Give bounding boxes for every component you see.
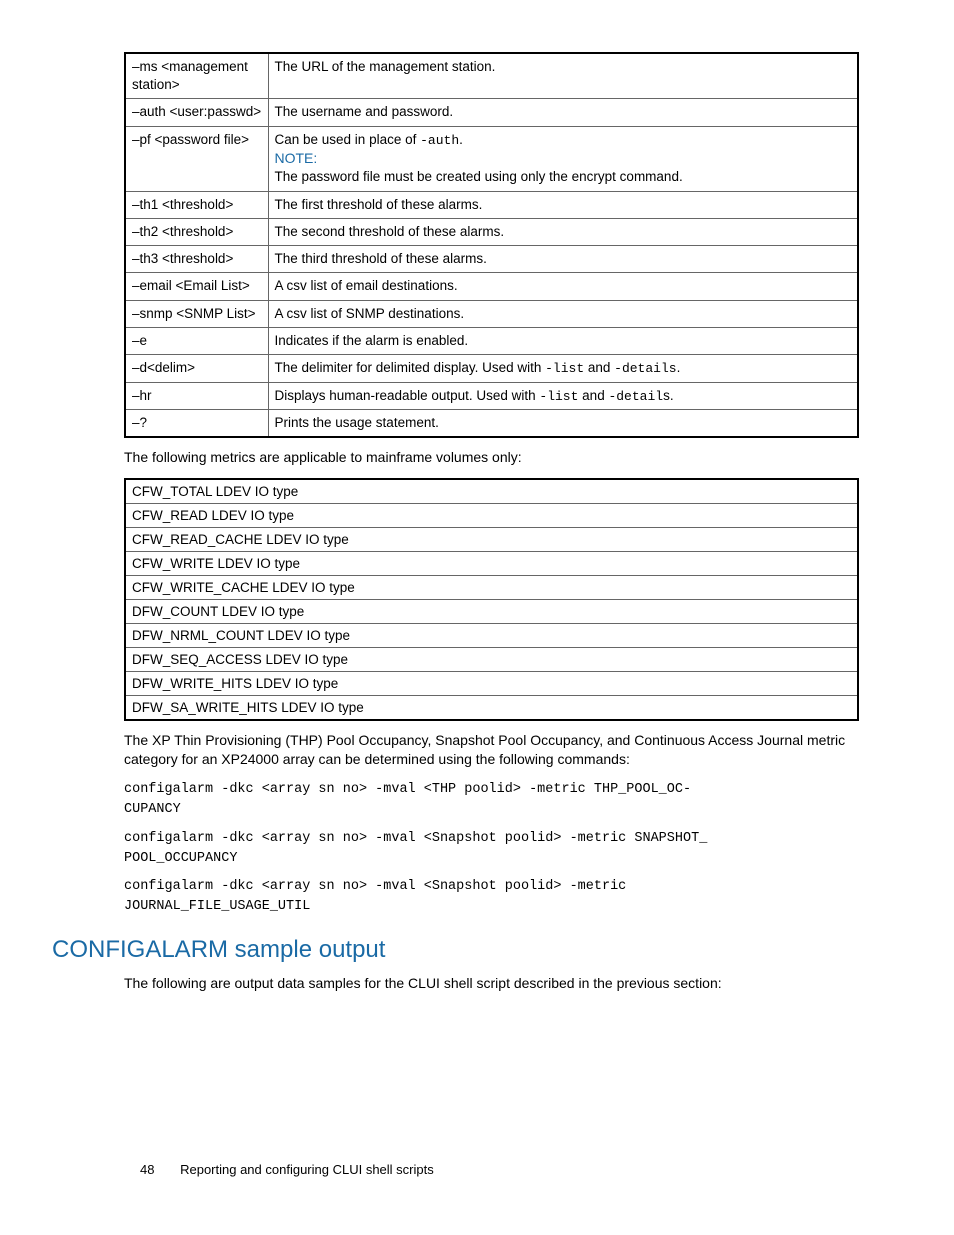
options-table: –ms <management station>The URL of the m… [124, 52, 859, 438]
table-row: –pf <password file>Can be used in place … [125, 126, 858, 191]
mono-text: -list [545, 361, 584, 376]
table-row: CFW_READ_CACHE LDEV IO type [125, 527, 858, 551]
option-cell: –hr [125, 382, 268, 410]
option-cell: –e [125, 327, 268, 354]
option-cell: –? [125, 410, 268, 438]
description-cell: Can be used in place of -auth.NOTE:The p… [268, 126, 858, 191]
description-cell: The first threshold of these alarms. [268, 191, 858, 218]
table-row: –ms <management station>The URL of the m… [125, 53, 858, 99]
table-row: DFW_SEQ_ACCESS LDEV IO type [125, 647, 858, 671]
metrics-intro-paragraph: The following metrics are applicable to … [124, 448, 859, 468]
table-row: DFW_WRITE_HITS LDEV IO type [125, 671, 858, 695]
option-cell: –th2 <threshold> [125, 218, 268, 245]
table-row: –hrDisplays human-readable output. Used … [125, 382, 858, 410]
description-cell: Indicates if the alarm is enabled. [268, 327, 858, 354]
metric-cell: CFW_READ_CACHE LDEV IO type [125, 527, 858, 551]
code-example-1: configalarm -dkc <array sn no> -mval <TH… [124, 780, 859, 821]
description-cell: A csv list of email destinations. [268, 273, 858, 300]
table-row: –th3 <threshold>The third threshold of t… [125, 246, 858, 273]
page-number: 48 [140, 1162, 154, 1177]
table-row: –auth <user:passwd>The username and pass… [125, 99, 858, 126]
description-cell: A csv list of SNMP destinations. [268, 300, 858, 327]
table-row: –eIndicates if the alarm is enabled. [125, 327, 858, 354]
metric-cell: DFW_COUNT LDEV IO type [125, 599, 858, 623]
table-row: –th1 <threshold>The first threshold of t… [125, 191, 858, 218]
note-label: NOTE: [275, 150, 318, 166]
metric-cell: CFW_TOTAL LDEV IO type [125, 479, 858, 504]
code-example-3: configalarm -dkc <array sn no> -mval <Sn… [124, 877, 859, 918]
table-row: CFW_WRITE LDEV IO type [125, 551, 858, 575]
sample-output-paragraph: The following are output data samples fo… [124, 974, 859, 994]
metric-cell: DFW_WRITE_HITS LDEV IO type [125, 671, 858, 695]
table-row: –th2 <threshold>The second threshold of … [125, 218, 858, 245]
metric-cell: DFW_NRML_COUNT LDEV IO type [125, 623, 858, 647]
mono-text: -details [614, 361, 676, 376]
code-example-2: configalarm -dkc <array sn no> -mval <Sn… [124, 829, 859, 870]
table-row: –d<delim>The delimiter for delimited dis… [125, 354, 858, 382]
option-cell: –auth <user:passwd> [125, 99, 268, 126]
table-row: –snmp <SNMP List>A csv list of SNMP dest… [125, 300, 858, 327]
table-row: CFW_TOTAL LDEV IO type [125, 479, 858, 504]
mono-text: -auth [420, 133, 459, 148]
table-row: DFW_NRML_COUNT LDEV IO type [125, 623, 858, 647]
mono-text: -detail [608, 389, 663, 404]
mono-text: -list [539, 389, 578, 404]
table-row: DFW_SA_WRITE_HITS LDEV IO type [125, 695, 858, 720]
table-row: –?Prints the usage statement. [125, 410, 858, 438]
option-cell: –d<delim> [125, 354, 268, 382]
description-cell: The username and password. [268, 99, 858, 126]
thp-paragraph: The XP Thin Provisioning (THP) Pool Occu… [124, 731, 859, 770]
option-cell: –th1 <threshold> [125, 191, 268, 218]
metric-cell: CFW_WRITE_CACHE LDEV IO type [125, 575, 858, 599]
description-cell: The third threshold of these alarms. [268, 246, 858, 273]
option-cell: –ms <management station> [125, 53, 268, 99]
table-row: CFW_READ LDEV IO type [125, 503, 858, 527]
metric-cell: CFW_WRITE LDEV IO type [125, 551, 858, 575]
option-cell: –email <Email List> [125, 273, 268, 300]
footer-title: Reporting and configuring CLUI shell scr… [180, 1162, 434, 1177]
description-cell: Prints the usage statement. [268, 410, 858, 438]
description-cell: The delimiter for delimited display. Use… [268, 354, 858, 382]
metric-cell: DFW_SEQ_ACCESS LDEV IO type [125, 647, 858, 671]
metrics-table: CFW_TOTAL LDEV IO typeCFW_READ LDEV IO t… [124, 478, 859, 721]
description-cell: Displays human-readable output. Used wit… [268, 382, 858, 410]
section-heading-configalarm-sample: CONFIGALARM sample output [52, 936, 859, 964]
option-cell: –th3 <threshold> [125, 246, 268, 273]
table-row: –email <Email List>A csv list of email d… [125, 273, 858, 300]
description-cell: The URL of the management station. [268, 53, 858, 99]
table-row: CFW_WRITE_CACHE LDEV IO type [125, 575, 858, 599]
page-footer: 48 Reporting and configuring CLUI shell … [140, 1162, 434, 1177]
metric-cell: CFW_READ LDEV IO type [125, 503, 858, 527]
table-row: DFW_COUNT LDEV IO type [125, 599, 858, 623]
description-cell: The second threshold of these alarms. [268, 218, 858, 245]
metric-cell: DFW_SA_WRITE_HITS LDEV IO type [125, 695, 858, 720]
option-cell: –pf <password file> [125, 126, 268, 191]
option-cell: –snmp <SNMP List> [125, 300, 268, 327]
